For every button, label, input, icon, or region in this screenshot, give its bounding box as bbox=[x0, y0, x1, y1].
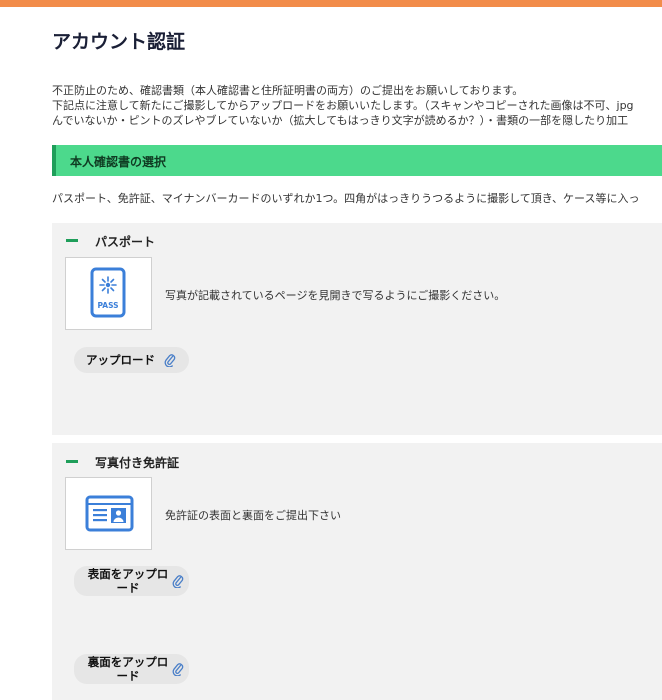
license-front-upload-button[interactable]: 表面をアップロード bbox=[74, 566, 189, 596]
top-accent-bar bbox=[0, 0, 662, 7]
license-back-upload-button[interactable]: 裏面をアップロード bbox=[74, 654, 189, 684]
intro-text: 不正防止のため、確認書類（本人確認書と住所証明書の両方）のご提出をお願いしており… bbox=[52, 83, 662, 128]
license-card: 写真付き免許証 免許証の表面と裏面をご提出下さい 表面をアップロード 裏面をアッ… bbox=[52, 443, 662, 700]
paperclip-icon bbox=[172, 663, 184, 676]
passport-card-title: パスポート bbox=[95, 235, 156, 249]
intro-line: 不正防止のため、確認書類（本人確認書と住所証明書の両方）のご提出をお願いしており… bbox=[52, 84, 524, 97]
upload-button-label: 表面をアップロード bbox=[87, 567, 169, 595]
section-description: パスポート、免許証、マイナンバーカードのいずれか1つ。四角がはっきりうつるように… bbox=[52, 192, 640, 205]
section-heading: 本人確認書の選択 bbox=[70, 155, 167, 169]
collapse-minus-icon[interactable] bbox=[66, 460, 78, 463]
upload-button-label: アップロード bbox=[86, 353, 155, 367]
paperclip-icon bbox=[172, 575, 184, 588]
upload-button-label: 裏面をアップロード bbox=[87, 655, 169, 683]
passport-description: 写真が記載されているページを見開きで写るようにご撮影ください。 bbox=[165, 289, 506, 302]
passport-icon: PASS bbox=[90, 267, 126, 318]
passport-icon-box: PASS bbox=[65, 257, 152, 330]
id-card-icon bbox=[85, 495, 134, 532]
collapse-minus-icon[interactable] bbox=[66, 239, 78, 242]
passport-card: パスポート PASS 写真が記載されているページを見開きで写るようにご撮影くださ… bbox=[52, 223, 662, 435]
intro-line: 下記点に注意して新たにご撮影してからアップロードをお願いいたします。（スキャンや… bbox=[52, 99, 634, 112]
passport-upload-button[interactable]: アップロード bbox=[74, 347, 189, 373]
license-card-title: 写真付き免許証 bbox=[95, 456, 180, 470]
passport-icon-text: PASS bbox=[97, 301, 118, 310]
section-header: 本人確認書の選択 bbox=[52, 145, 662, 176]
intro-line: んでいないか・ピントのズレやブレていないか（拡大してもはっきり文字が読めるか？）… bbox=[52, 114, 629, 127]
paperclip-icon bbox=[164, 354, 176, 367]
page-title: アカウント認証 bbox=[52, 31, 186, 53]
license-icon-box bbox=[65, 477, 152, 550]
license-description: 免許証の表面と裏面をご提出下さい bbox=[165, 509, 341, 522]
